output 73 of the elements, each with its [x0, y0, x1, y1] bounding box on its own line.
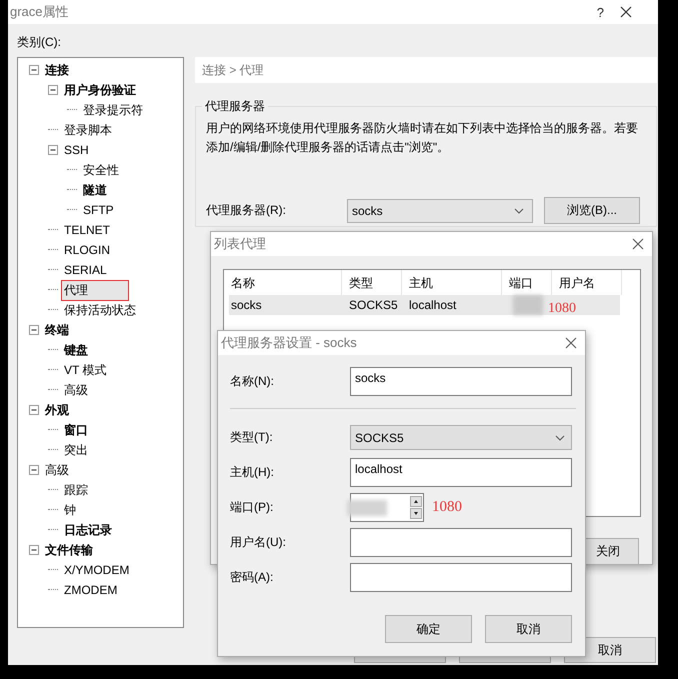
input-field[interactable]: socks	[350, 367, 572, 396]
tree-item[interactable]: ZMODEM	[62, 582, 120, 598]
tree-item[interactable]: 连接	[43, 60, 71, 80]
field-label: 主机(H):	[230, 464, 275, 481]
breadcrumb: 连接 > 代理	[195, 57, 657, 83]
tree-item[interactable]: X/YMODEM	[62, 562, 132, 578]
tree-item[interactable]: 登录脚本	[62, 120, 114, 140]
table-cell-text: socks	[230, 298, 263, 312]
category-label: 类别(C):	[17, 34, 62, 51]
proxy-server-label: 代理服务器(R):	[206, 202, 287, 219]
tree-item[interactable]: 跟踪	[62, 480, 90, 500]
tree-item[interactable]: 日志记录	[62, 520, 114, 540]
input-field[interactable]	[350, 528, 572, 557]
close-icon[interactable]	[632, 238, 644, 250]
tree-item[interactable]: 钟	[62, 500, 78, 520]
tree-item[interactable]: 隧道	[81, 180, 109, 200]
table-cell-text: SOCKS5	[348, 298, 399, 312]
tree-item[interactable]: SSH	[62, 142, 91, 158]
port-annotation: 1080	[548, 301, 576, 317]
close-icon[interactable]	[565, 337, 577, 349]
field-label: 端口(P):	[230, 499, 274, 516]
close-icon[interactable]	[620, 6, 632, 18]
chevron-down-icon	[555, 434, 565, 440]
chevron-down-icon	[514, 208, 524, 214]
collapse-icon[interactable]	[26, 322, 42, 338]
tree-item[interactable]: 键盘	[62, 340, 90, 360]
tree-item[interactable]: 窗口	[62, 420, 90, 440]
tree-item[interactable]: TELNET	[62, 222, 112, 238]
browse-button[interactable]: 浏览(B)...	[544, 197, 640, 224]
cancel-button[interactable]: 取消	[485, 615, 572, 643]
tree-item[interactable]: 外观	[43, 400, 71, 420]
tree-item[interactable]: SFTP	[81, 202, 116, 218]
tree-item[interactable]: 高级	[62, 380, 90, 400]
tree-item[interactable]: VT 模式	[62, 360, 108, 380]
collapse-icon[interactable]	[45, 142, 61, 158]
dialog-title: 列表代理	[214, 235, 266, 253]
spin-down-button[interactable]	[410, 508, 422, 519]
tree-item[interactable]: SERIAL	[62, 262, 109, 278]
input-field[interactable]: localhost	[350, 458, 572, 487]
redaction-blur	[513, 295, 543, 315]
ok-button[interactable]: 确定	[385, 615, 472, 643]
table-cell-text: localhost	[408, 298, 458, 312]
field-label: 用户名(U):	[230, 534, 287, 551]
password-field[interactable]	[350, 563, 572, 592]
collapse-icon[interactable]	[26, 62, 42, 78]
field-label: 名称(N):	[230, 373, 275, 390]
type-dropdown[interactable]: SOCKS5	[350, 425, 572, 450]
spin-up-button[interactable]	[410, 496, 422, 507]
tree-item[interactable]: 用户身份验证	[62, 80, 138, 100]
collapse-icon[interactable]	[26, 542, 42, 558]
tree-item[interactable]: 突出	[62, 440, 90, 460]
table-row[interactable]: socks SOCKS5 localhost 1080	[229, 295, 620, 315]
tree-item[interactable]: RLOGIN	[62, 242, 112, 258]
window-title: grace属性	[10, 3, 70, 21]
tree-item[interactable]: 代理	[62, 280, 128, 300]
tree-item[interactable]: 保持活动状态	[62, 300, 138, 320]
dialog-title: 代理服务器设置 - socks	[221, 334, 357, 352]
group-title: 代理服务器	[204, 98, 266, 115]
tree-item[interactable]: 终端	[43, 320, 71, 340]
tree-item[interactable]: 高级	[43, 460, 71, 480]
port-spinbox[interactable]	[350, 493, 424, 522]
tree-item[interactable]: 文件传输	[43, 540, 95, 560]
field-label: 密码(A):	[230, 569, 274, 586]
proxy-server-dropdown[interactable]: socks	[347, 198, 533, 222]
description-text: 用户的网络环境使用代理服务器防火墙时请在如下列表中选择恰当的服务器。若要添加/编辑/删除代理服务器的话请点击"浏览"。	[206, 120, 639, 156]
field-label: 类型(T):	[230, 429, 274, 446]
help-button[interactable]: ?	[596, 4, 604, 20]
collapse-icon[interactable]	[26, 402, 42, 418]
collapse-icon[interactable]	[45, 82, 61, 98]
port-annotation: 1080	[432, 499, 462, 516]
collapse-icon[interactable]	[26, 462, 42, 478]
tree-item[interactable]: 登录提示符	[81, 100, 145, 120]
tree-item[interactable]: 安全性	[81, 160, 121, 180]
